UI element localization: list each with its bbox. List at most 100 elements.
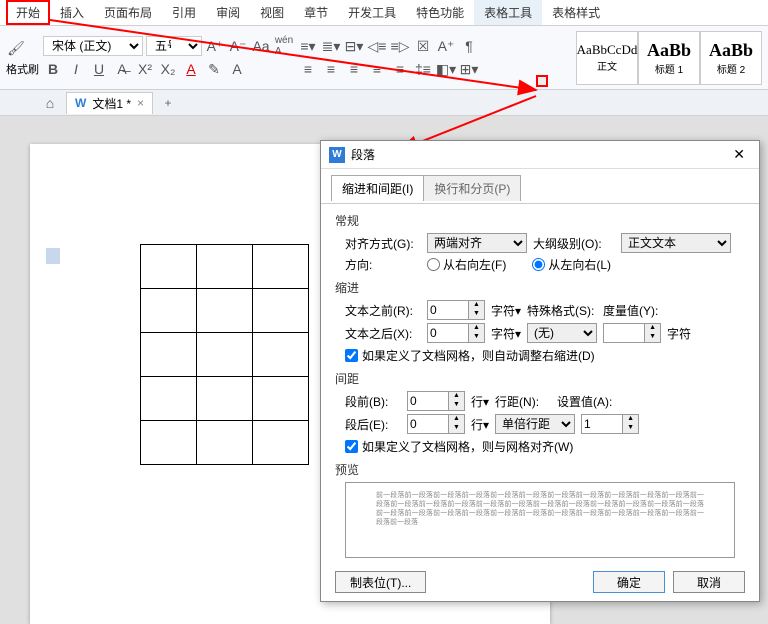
tab-special[interactable]: 特色功能 — [406, 0, 474, 25]
unit-line2: 行▾ — [471, 416, 489, 433]
space-after-spin[interactable]: ▲▼ — [407, 414, 465, 434]
rtl-radio[interactable]: 从右向左(F) — [427, 256, 506, 273]
unit-char2: 字符▾ — [491, 325, 521, 342]
font-color-icon[interactable]: A — [181, 59, 201, 79]
tab-table-style[interactable]: 表格样式 — [542, 0, 610, 25]
tab-line-page-break[interactable]: 换行和分页(P) — [423, 175, 521, 201]
subscript-icon[interactable]: X₂ — [158, 59, 178, 79]
style-heading1[interactable]: AaBb标题 1 — [638, 31, 700, 85]
italic-icon[interactable]: I — [66, 59, 86, 79]
underline-icon[interactable]: U — [89, 59, 109, 79]
tab-devtools[interactable]: 开发工具 — [338, 0, 406, 25]
shrink-font-icon[interactable]: A⁻ — [228, 36, 248, 56]
tab-review[interactable]: 审阅 — [206, 0, 250, 25]
shading-icon[interactable]: ◧▾ — [436, 59, 456, 79]
align-left-icon[interactable]: ≡ — [298, 59, 318, 79]
grow-font-icon[interactable]: A⁺ — [205, 36, 225, 56]
highlight-icon[interactable]: ✎ — [204, 59, 224, 79]
spacing-label: 间距 — [335, 370, 745, 387]
page-marker-icon — [46, 248, 60, 264]
general-label: 常规 — [335, 212, 745, 229]
special-select[interactable]: (无) — [527, 323, 597, 343]
change-case-icon[interactable]: Aa — [251, 36, 271, 56]
ribbon-tab-bar: 开始 插入 页面布局 引用 审阅 视图 章节 开发工具 特色功能 表格工具 表格… — [0, 0, 768, 26]
align-justify-icon[interactable]: ≡ — [367, 59, 387, 79]
decrease-indent-icon[interactable]: ◁≡ — [367, 36, 387, 56]
dialog-titlebar: W 段落 ✕ — [321, 141, 759, 169]
set-value-label: 设置值(A): — [557, 393, 619, 410]
paragraph-dialog-launcher[interactable] — [536, 75, 548, 87]
before-text-spin[interactable]: ▲▼ — [427, 300, 485, 320]
set-value-spin[interactable]: ▲▼ — [581, 414, 639, 434]
snap-grid-check[interactable]: 如果定义了文档网格，则与网格对齐(W) — [345, 438, 745, 455]
numbering-icon[interactable]: ≣▾ — [321, 36, 341, 56]
line-spacing-label: 行距(N): — [495, 393, 551, 410]
line-spacing-icon[interactable]: ‡≡ — [413, 59, 433, 79]
space-after-label: 段后(E): — [345, 416, 401, 433]
format-painter-label: 格式刷 — [6, 61, 39, 77]
ok-button[interactable]: 确定 — [593, 571, 665, 593]
app-icon: W — [329, 147, 345, 163]
borders-icon[interactable]: ⊞▾ — [459, 59, 479, 79]
tab-section[interactable]: 章节 — [294, 0, 338, 25]
align-select[interactable]: 两端对齐 — [427, 233, 527, 253]
measure-label: 度量值(Y): — [603, 302, 661, 319]
ltr-radio[interactable]: 从左向右(L) — [532, 256, 611, 273]
special-label: 特殊格式(S): — [527, 302, 597, 319]
phonetic-icon[interactable]: wénA — [274, 36, 294, 56]
space-before-spin[interactable]: ▲▼ — [407, 391, 465, 411]
asian-layout-icon[interactable]: A⁺ — [436, 36, 456, 56]
word-doc-icon: W — [75, 96, 86, 110]
char-scale-icon[interactable]: ☒ — [413, 36, 433, 56]
format-painter-icon[interactable]: 🖌 — [6, 38, 26, 58]
document-tab[interactable]: W 文档1 * × — [66, 92, 153, 114]
char-border-icon[interactable]: A — [227, 59, 247, 79]
unit-char1: 字符▾ — [491, 302, 521, 319]
paragraph-dialog: W 段落 ✕ 缩进和间距(I) 换行和分页(P) 常规 对齐方式(G): 两端对… — [320, 140, 760, 602]
tab-references[interactable]: 引用 — [162, 0, 206, 25]
cancel-button[interactable]: 取消 — [673, 571, 745, 593]
document-tab-bar: ⌂ W 文档1 * × + — [0, 90, 768, 116]
style-heading2[interactable]: AaBb标题 2 — [700, 31, 762, 85]
after-text-spin[interactable]: ▲▼ — [427, 323, 485, 343]
tab-start[interactable]: 开始 — [6, 0, 50, 25]
dialog-title: 段落 — [351, 146, 375, 163]
after-text-label: 文本之后(X): — [345, 325, 421, 342]
bold-icon[interactable]: B — [43, 59, 63, 79]
tab-layout[interactable]: 页面布局 — [94, 0, 162, 25]
distribute-icon[interactable]: ≡ — [390, 59, 410, 79]
measure-spin[interactable]: ▲▼ — [603, 323, 661, 343]
space-before-label: 段前(B): — [345, 393, 401, 410]
bullets-icon[interactable]: ≡▾ — [298, 36, 318, 56]
show-marks-icon[interactable]: ¶ — [459, 36, 479, 56]
outline-label: 大纲级别(O): — [533, 235, 615, 252]
superscript-icon[interactable]: X² — [135, 59, 155, 79]
style-normal[interactable]: AaBbCcDd正文 — [576, 31, 638, 85]
close-doc-icon[interactable]: × — [137, 96, 144, 110]
style-gallery: AaBbCcDd正文 AaBb标题 1 AaBb标题 2 — [576, 31, 762, 85]
align-right-icon[interactable]: ≡ — [344, 59, 364, 79]
tab-view[interactable]: 视图 — [250, 0, 294, 25]
home-icon[interactable]: ⌂ — [40, 93, 60, 113]
increase-indent-icon[interactable]: ≡▷ — [390, 36, 410, 56]
font-name-select[interactable]: 宋体 (正文) — [43, 36, 143, 56]
align-label: 对齐方式(G): — [345, 235, 421, 252]
new-tab-icon[interactable]: + — [159, 94, 177, 112]
align-center-icon[interactable]: ≡ — [321, 59, 341, 79]
line-spacing-select[interactable]: 单倍行距 — [495, 414, 575, 434]
document-table[interactable] — [140, 244, 309, 465]
font-size-select[interactable]: 五号 — [146, 36, 202, 56]
tab-table-tools[interactable]: 表格工具 — [474, 0, 542, 25]
unit-line1: 行▾ — [471, 393, 489, 410]
multilevel-icon[interactable]: ⊟▾ — [344, 36, 364, 56]
dialog-close-icon[interactable]: ✕ — [727, 144, 751, 165]
strike-icon[interactable]: A̶ — [112, 59, 132, 79]
ribbon-toolbar: 🖌 格式刷 宋体 (正文) 五号 A⁺ A⁻ Aa wénA B I U A̶ … — [0, 26, 768, 90]
tabstops-button[interactable]: 制表位(T)... — [335, 571, 426, 593]
auto-indent-check[interactable]: 如果定义了文档网格，则自动调整右缩进(D) — [345, 347, 745, 364]
measure-unit: 字符 — [667, 325, 691, 342]
tab-insert[interactable]: 插入 — [50, 0, 94, 25]
indent-label: 缩进 — [335, 279, 745, 296]
tab-indent-spacing[interactable]: 缩进和间距(I) — [331, 175, 424, 201]
outline-select[interactable]: 正文文本 — [621, 233, 731, 253]
